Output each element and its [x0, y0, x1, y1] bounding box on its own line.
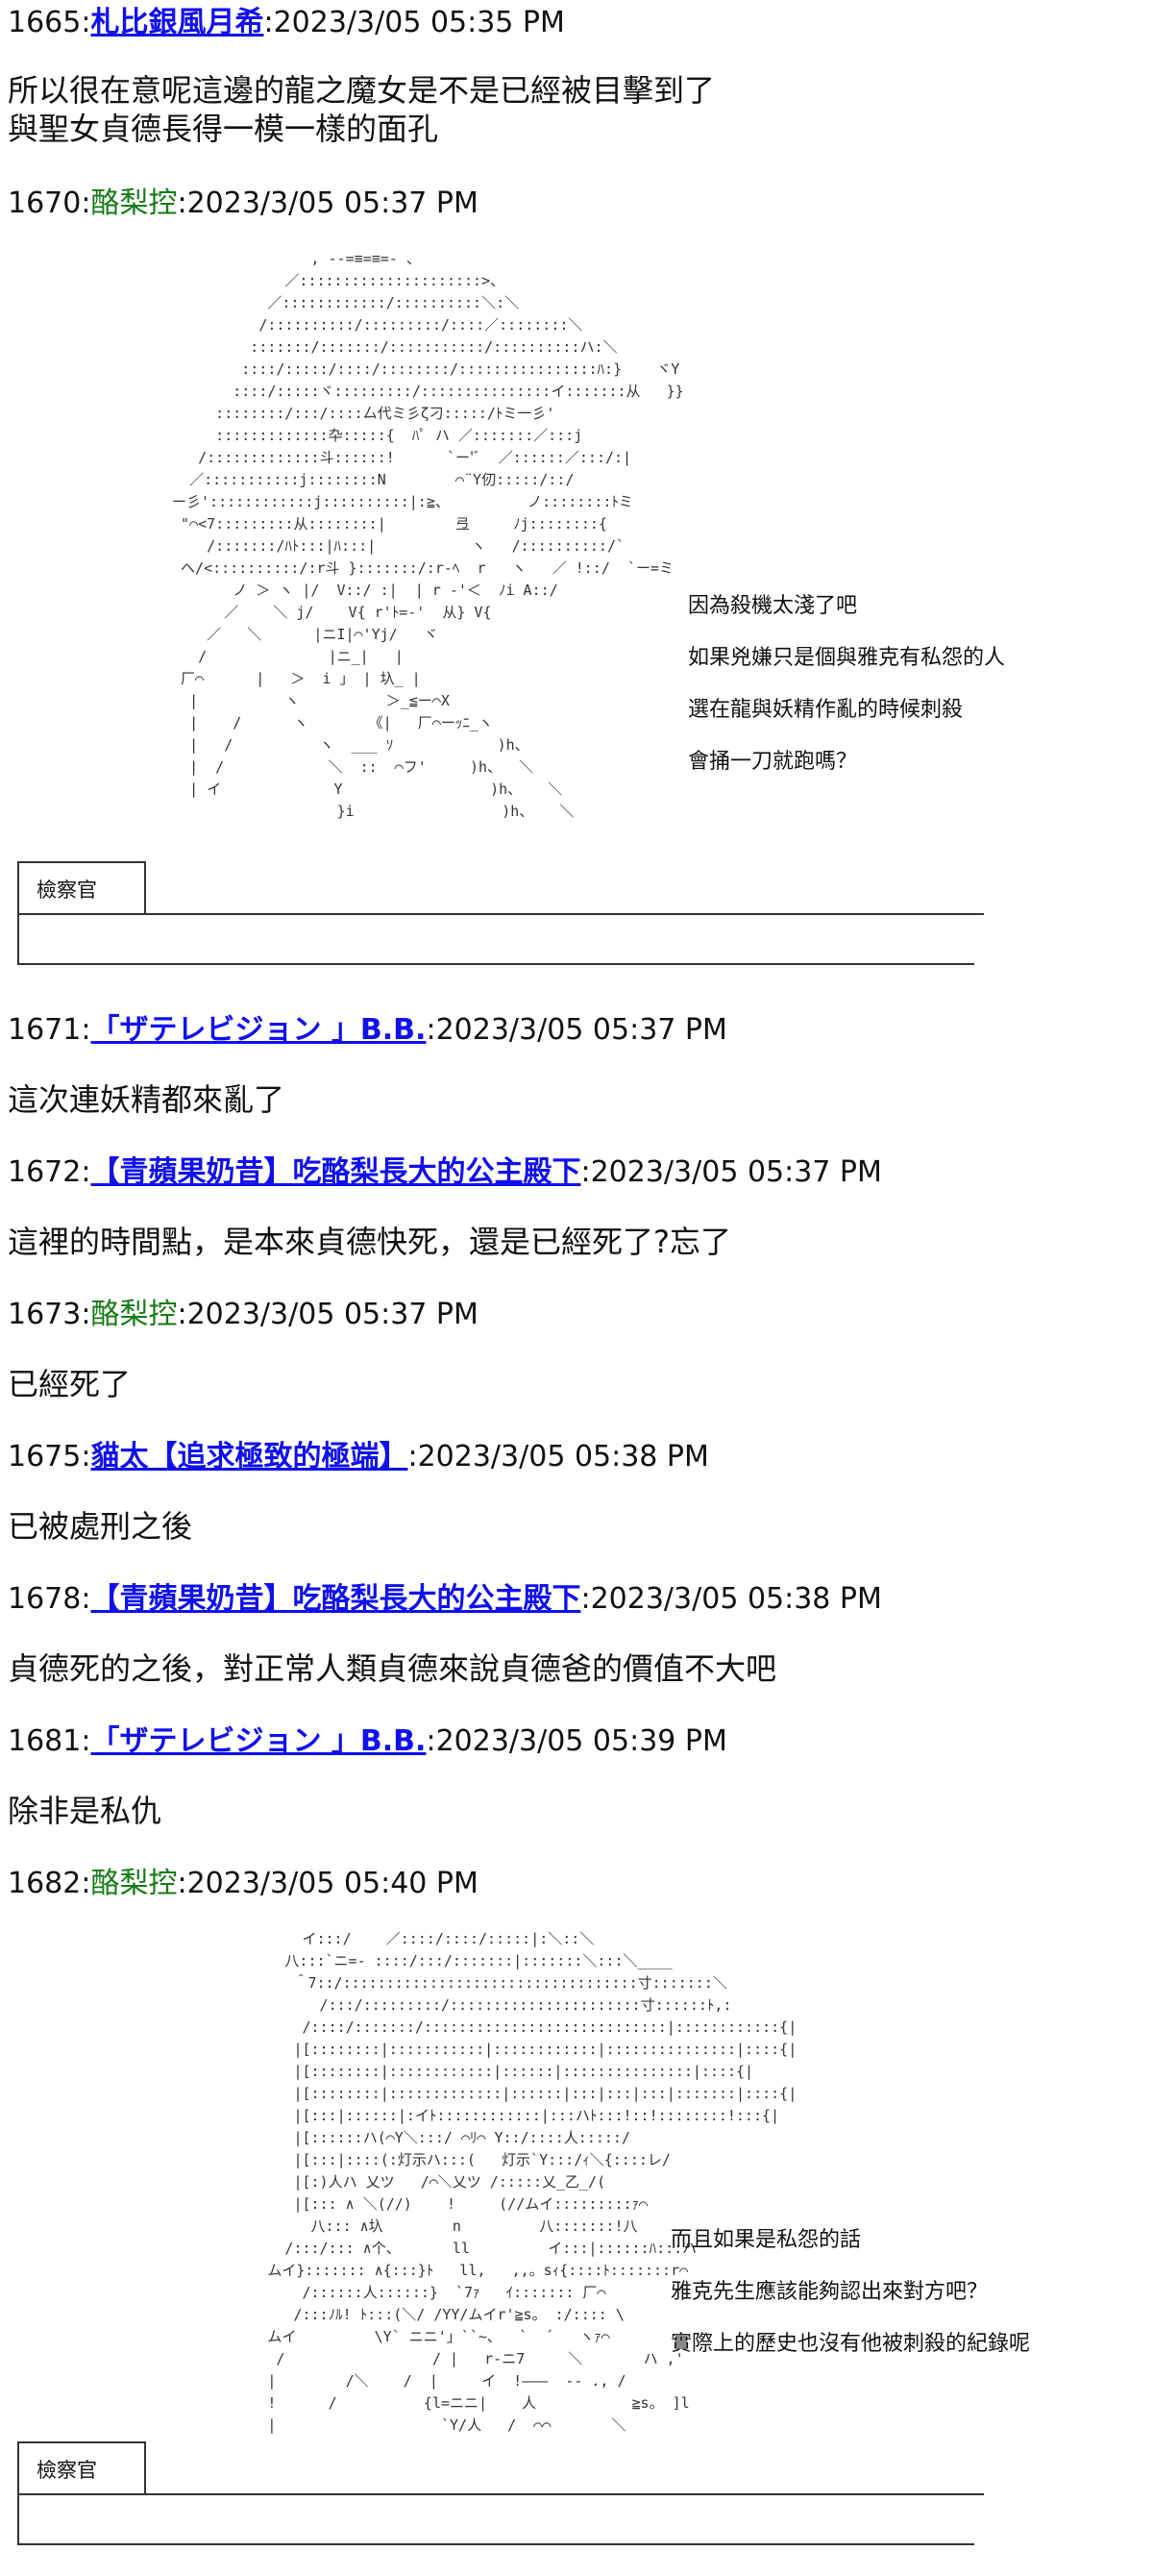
- post-header: 1682:酪梨控:2023/3/05 05:40 PM: [8, 1867, 478, 1900]
- frame-line: [17, 2493, 984, 2495]
- name-box-top: [17, 861, 144, 863]
- speech-line: 因為殺機太淺了吧: [688, 594, 858, 618]
- post-body: 除非是私仇: [8, 1792, 161, 1830]
- poster-name-link[interactable]: 【青蘋果奶昔】吃酪梨長大的公主殿下: [90, 1155, 580, 1189]
- post-header: 1675:貓太【追求極致的極端】:2023/3/05 05:38 PM: [8, 1440, 709, 1474]
- post-body: 貞德死的之後，對正常人類貞德來說貞德爸的價值不大吧: [8, 1649, 776, 1688]
- speech-line: 選在龍與妖精作亂的時候刺殺: [688, 698, 964, 722]
- post-date: 2023/3/05 05:38 PM: [417, 1440, 709, 1474]
- post-date: 2023/3/05 05:39 PM: [435, 1724, 727, 1758]
- post-date: 2023/3/05 05:40 PM: [186, 1867, 478, 1900]
- post-date: 2023/3/05 05:37 PM: [590, 1155, 882, 1189]
- post-text-line: 這裡的時間點，是本來貞德快死，還是已經死了?忘了: [8, 1224, 731, 1260]
- speaker-label: 檢察官: [37, 2459, 97, 2482]
- name-box-left: [17, 2441, 19, 2493]
- name-box-right: [144, 2441, 146, 2493]
- post-body: 已被處刑之後: [8, 1507, 192, 1546]
- name-box-left: [17, 861, 19, 913]
- post-text-line: 已經死了: [8, 1366, 132, 1402]
- post-number: 1665: [8, 6, 82, 39]
- poster-name: 酪梨控: [90, 186, 178, 220]
- post-date: 2023/3/05 05:37 PM: [435, 1013, 727, 1047]
- post-header: 1670:酪梨控:2023/3/05 05:37 PM: [8, 186, 478, 220]
- post-number: 1672: [8, 1155, 82, 1189]
- post-header: 1673:酪梨控:2023/3/05 05:37 PM: [8, 1298, 478, 1331]
- frame-left: [17, 2493, 19, 2543]
- poster-name: 酪梨控: [90, 1867, 178, 1900]
- post-body: 已經死了: [8, 1365, 131, 1403]
- name-box-top: [17, 2441, 144, 2443]
- poster-name: 酪梨控: [90, 1298, 178, 1331]
- speech-line: 會捅一刀就跑嗎？: [688, 750, 858, 774]
- post-header: 1681:「ザテレビジョン 」B.B.:2023/3/05 05:39 PM: [8, 1724, 727, 1758]
- ascii-art-prosecutor: イ:::/ ／::::/::::/:::::|:＼::＼ 八:::`ニ=- ::…: [267, 1930, 797, 2434]
- post-text-line: 貞德死的之後，對正常人類貞德來說貞德爸的價值不大吧: [8, 1650, 777, 1687]
- speaker-label: 檢察官: [37, 879, 97, 902]
- post-date: 2023/3/05 05:38 PM: [590, 1582, 882, 1616]
- frame-left: [17, 913, 19, 963]
- post-date: 2023/3/05 05:35 PM: [273, 6, 565, 39]
- post-text-line: 與聖女貞德長得一模一樣的面孔: [8, 111, 439, 147]
- post-header: 1672:【青蘋果奶昔】吃酪梨長大的公主殿下:2023/3/05 05:37 P…: [8, 1155, 882, 1189]
- name-box-right: [144, 861, 146, 913]
- post-text-line: 除非是私仇: [8, 1793, 162, 1829]
- post-number: 1671: [8, 1013, 82, 1047]
- post-body: 所以很在意呢這邊的龍之魔女是不是已經被目擊到了 與聖女貞德長得一模一樣的面孔: [8, 71, 715, 148]
- post-text-line: 這次連妖精都來亂了: [8, 1081, 285, 1118]
- post-header: 1665:札比銀風月希:2023/3/05 05:35 PM: [8, 6, 565, 39]
- post-number: 1678: [8, 1582, 82, 1616]
- post-date: 2023/3/05 05:37 PM: [186, 1298, 478, 1331]
- speech-line: 而且如果是私怨的話: [671, 2228, 862, 2252]
- poster-name-link[interactable]: 「ザテレビジョン 」B.B.: [90, 1724, 426, 1758]
- post-number: 1681: [8, 1724, 82, 1758]
- post-text-line: 所以很在意呢這邊的龍之魔女是不是已經被目擊到了: [8, 72, 716, 109]
- speech-line: 如果兇嫌只是個與雅克有私怨的人: [688, 646, 1006, 670]
- post-text-line: 已被處刑之後: [8, 1508, 193, 1545]
- poster-name-link[interactable]: 貓太【追求極致的極端】: [90, 1440, 407, 1474]
- post-number: 1675: [8, 1440, 82, 1474]
- poster-name-link[interactable]: 札比銀風月希: [90, 6, 263, 39]
- post-date: 2023/3/05 05:37 PM: [186, 186, 478, 220]
- post-number: 1673: [8, 1298, 82, 1331]
- frame-line: [17, 2543, 974, 2545]
- frame-line: [17, 913, 984, 915]
- post-body: 這裡的時間點，是本來貞德快死，還是已經死了?忘了: [8, 1223, 731, 1261]
- post-number: 1682: [8, 1867, 82, 1900]
- post-header: 1678:【青蘋果奶昔】吃酪梨長大的公主殿下:2023/3/05 05:38 P…: [8, 1582, 882, 1616]
- poster-name-link[interactable]: 「ザテレビジョン 」B.B.: [90, 1013, 426, 1047]
- speech-line: 實際上的歷史也沒有他被刺殺的紀錄呢: [671, 2332, 1031, 2356]
- ascii-art-witch: , --=≡=≡=- 、 ／:::::::::::::::::::::>、 ／:…: [172, 250, 684, 820]
- post-body: 這次連妖精都來亂了: [8, 1080, 284, 1119]
- post-header: 1671:「ザテレビジョン 」B.B.:2023/3/05 05:37 PM: [8, 1013, 727, 1047]
- speech-line: 雅克先生應該能夠認出來對方吧？: [671, 2280, 989, 2304]
- post-number: 1670: [8, 186, 82, 220]
- poster-name-link[interactable]: 【青蘋果奶昔】吃酪梨長大的公主殿下: [90, 1582, 580, 1616]
- frame-line: [17, 963, 974, 965]
